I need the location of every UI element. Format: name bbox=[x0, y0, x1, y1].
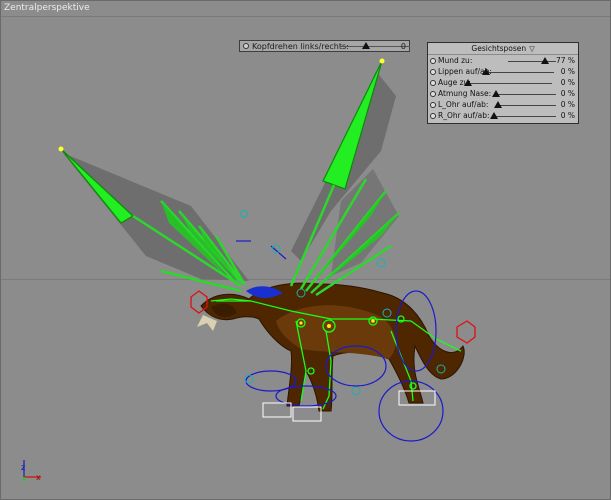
head-turn-slider[interactable]: Kopfdrehen links/rechts: 0 bbox=[239, 40, 410, 52]
axis-x-label: x bbox=[36, 473, 41, 482]
slider-radio-icon[interactable] bbox=[243, 43, 249, 49]
pose-slider-knob[interactable] bbox=[482, 68, 490, 75]
pose-row[interactable]: Lippen auf/ab: 0 % bbox=[430, 67, 576, 77]
facial-poses-title: Gesichtsposen bbox=[471, 44, 527, 53]
head-turn-track[interactable] bbox=[340, 46, 410, 47]
pose-slider-track[interactable] bbox=[496, 94, 556, 95]
facial-poses-panel: Gesichtsposen ▽ Mund zu: 77 % Lippen auf/ab… bbox=[427, 42, 579, 124]
pose-radio-icon[interactable] bbox=[430, 113, 436, 119]
pose-row[interactable]: Auge zu: 0 % bbox=[430, 78, 576, 88]
pose-value: 0 % bbox=[560, 89, 575, 98]
pose-slider-knob[interactable] bbox=[464, 79, 472, 86]
pose-value: 0 % bbox=[560, 67, 575, 76]
pose-slider-knob[interactable] bbox=[540, 57, 549, 64]
pose-row[interactable]: L_Ohr auf/ab: 0 % bbox=[430, 100, 576, 110]
viewport-3d[interactable]: Zentralperspektive Kopfdrehen links/rech… bbox=[0, 0, 611, 500]
pose-radio-icon[interactable] bbox=[430, 91, 436, 97]
head-turn-knob[interactable] bbox=[362, 42, 370, 49]
pose-slider-knob[interactable] bbox=[492, 90, 500, 97]
pose-row[interactable]: Mund zu: 77 % bbox=[430, 56, 576, 66]
pose-slider-track[interactable] bbox=[486, 72, 554, 73]
pose-slider-knob[interactable] bbox=[494, 101, 502, 108]
pose-radio-icon[interactable] bbox=[430, 58, 436, 64]
pose-slider-track[interactable] bbox=[468, 83, 552, 84]
head-turn-value: 0 bbox=[400, 42, 406, 51]
head-turn-label: Kopfdrehen links/rechts: bbox=[252, 42, 349, 51]
pose-slider-track[interactable] bbox=[494, 116, 556, 117]
pose-row[interactable]: R_Ohr auf/ab: 0 % bbox=[430, 111, 576, 121]
pose-radio-icon[interactable] bbox=[430, 102, 436, 108]
pose-label: L_Ohr auf/ab: bbox=[438, 100, 489, 109]
pose-label: Mund zu: bbox=[438, 56, 473, 65]
pose-value: 0 % bbox=[560, 111, 575, 120]
pose-slider-knob[interactable] bbox=[490, 112, 498, 119]
pose-slider-track[interactable] bbox=[498, 105, 556, 106]
pose-label: Atmung Nase: bbox=[438, 89, 492, 98]
pose-value: 0 % bbox=[560, 100, 575, 109]
pose-value: 77 % bbox=[555, 56, 575, 65]
axis-z-label: z bbox=[21, 463, 26, 472]
pose-radio-icon[interactable] bbox=[430, 80, 436, 86]
dragon-body bbox=[197, 282, 465, 412]
chevron-down-icon[interactable]: ▽ bbox=[529, 45, 534, 53]
pose-row[interactable]: Atmung Nase: 0 % bbox=[430, 89, 576, 99]
pose-label: R_Ohr auf/ab: bbox=[438, 111, 490, 120]
pose-value: 0 % bbox=[560, 78, 575, 87]
pose-radio-icon[interactable] bbox=[430, 69, 436, 75]
facial-poses-header[interactable]: Gesichtsposen ▽ bbox=[428, 44, 578, 55]
